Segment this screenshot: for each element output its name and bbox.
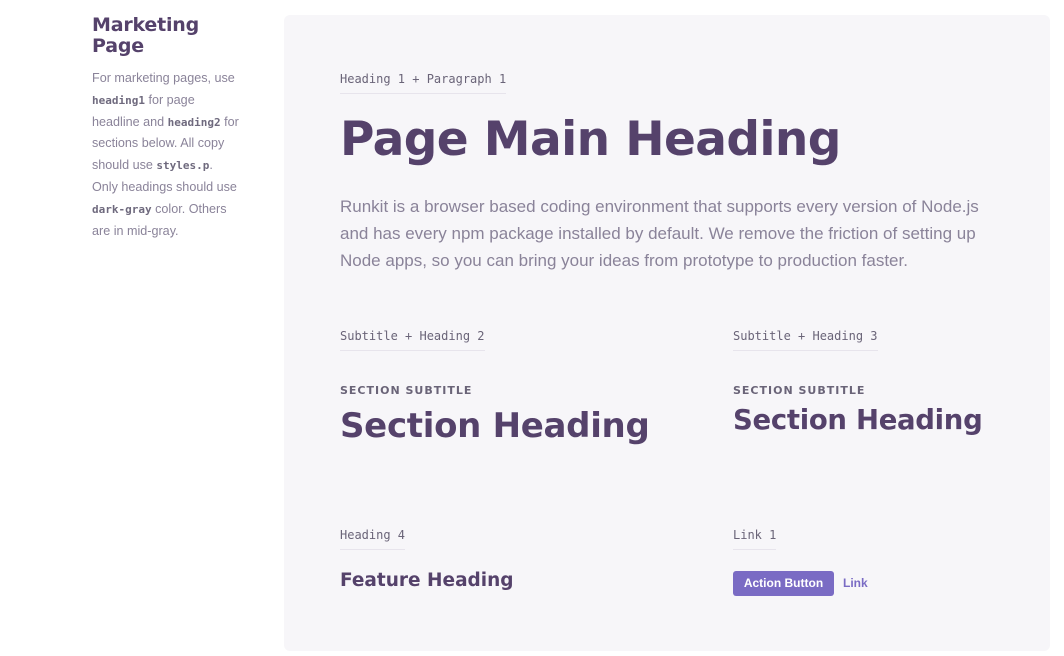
paragraph-1: Runkit is a browser based coding environ… (340, 197, 979, 270)
link[interactable]: Link (843, 576, 868, 591)
sidebar: Marketing Page For marketing pages, use … (92, 15, 242, 242)
label-heading1-paragraph1: Heading 1 + Paragraph 1 (340, 72, 507, 94)
inline-code: heading1 (92, 93, 145, 107)
section-heading-2: Section Heading (340, 406, 650, 446)
feature-heading: Feature Heading (340, 570, 514, 591)
style-guide-panel: Heading 1 + Paragraph 1 Page Main Headin… (284, 15, 1050, 651)
inline-code: heading2 (167, 115, 221, 129)
section-subtitle-right: SECTION SUBTITLE (733, 384, 866, 397)
inline-code: dark-gray (92, 202, 152, 216)
sidebar-description: For marketing pages, use heading1 for pa… (92, 68, 242, 242)
label-subtitle-heading3: Subtitle + Heading 3 (733, 329, 878, 351)
label-link1: Link 1 (733, 528, 777, 550)
inline-code: styles.p (156, 159, 210, 173)
sidebar-title: Marketing Page (92, 14, 200, 57)
section-subtitle-left: SECTION SUBTITLE (340, 384, 473, 397)
section-heading-3: Section Heading (733, 404, 983, 436)
label-heading4: Heading 4 (340, 528, 406, 550)
action-button[interactable]: Action Button (733, 571, 834, 596)
label-subtitle-heading2: Subtitle + Heading 2 (340, 329, 485, 351)
page-main-heading: Page Main Heading (340, 112, 841, 167)
description-text: For marketing pages, use (92, 71, 235, 85)
